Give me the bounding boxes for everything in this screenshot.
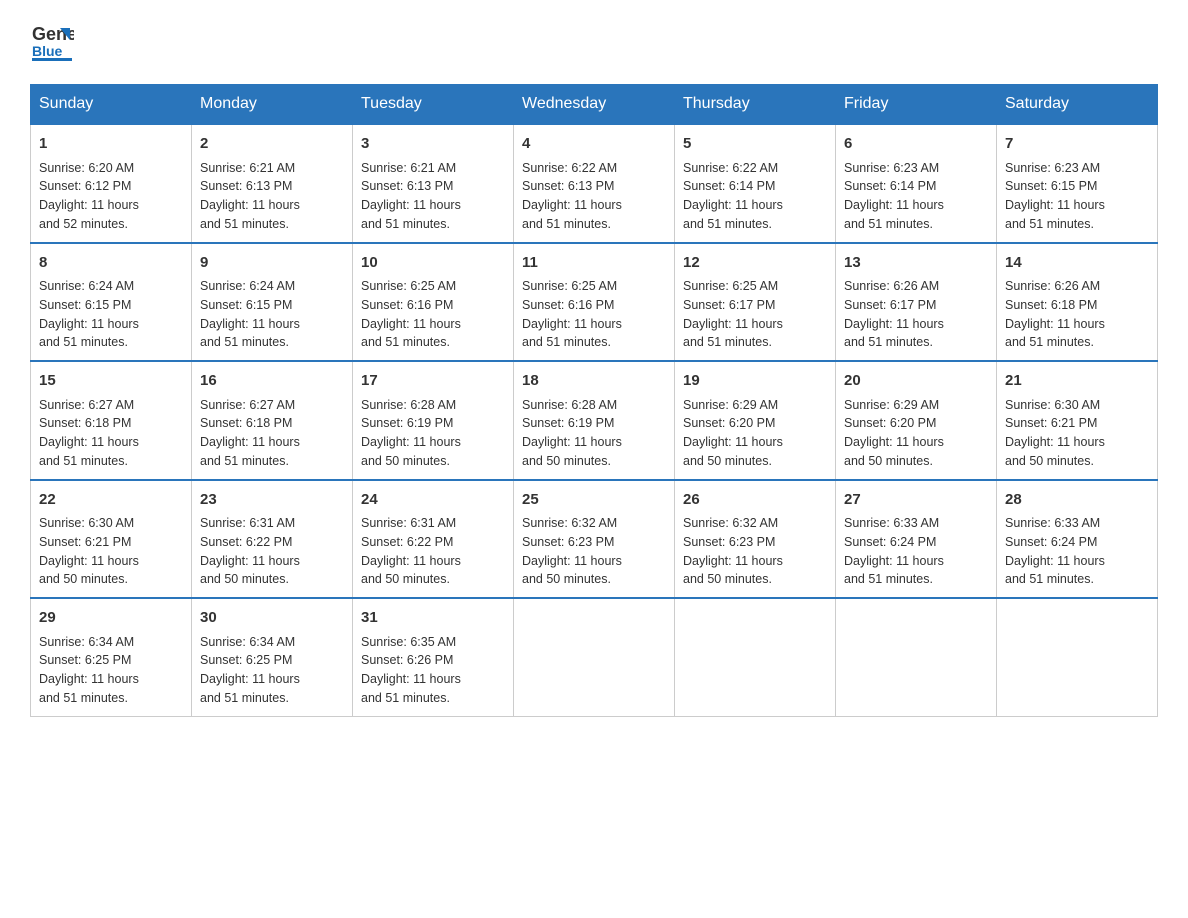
calendar-cell (997, 598, 1158, 716)
day-number: 4 (522, 133, 666, 156)
day-number: 18 (522, 370, 666, 393)
calendar-cell: 18Sunrise: 6:28 AMSunset: 6:19 PMDayligh… (514, 361, 675, 480)
day-number: 6 (844, 133, 988, 156)
day-number: 9 (200, 252, 344, 275)
day-number: 7 (1005, 133, 1149, 156)
logo-icon: General Blue (30, 20, 74, 64)
calendar-cell: 25Sunrise: 6:32 AMSunset: 6:23 PMDayligh… (514, 480, 675, 599)
col-header-wednesday: Wednesday (514, 85, 675, 125)
day-number: 10 (361, 252, 505, 275)
calendar-cell: 7Sunrise: 6:23 AMSunset: 6:15 PMDaylight… (997, 124, 1158, 243)
calendar-cell: 14Sunrise: 6:26 AMSunset: 6:18 PMDayligh… (997, 243, 1158, 362)
day-number: 30 (200, 607, 344, 630)
col-header-friday: Friday (836, 85, 997, 125)
calendar-cell: 27Sunrise: 6:33 AMSunset: 6:24 PMDayligh… (836, 480, 997, 599)
header-row: SundayMondayTuesdayWednesdayThursdayFrid… (31, 85, 1158, 125)
calendar-cell (836, 598, 997, 716)
day-number: 24 (361, 489, 505, 512)
calendar-cell: 6Sunrise: 6:23 AMSunset: 6:14 PMDaylight… (836, 124, 997, 243)
calendar-cell: 5Sunrise: 6:22 AMSunset: 6:14 PMDaylight… (675, 124, 836, 243)
day-number: 21 (1005, 370, 1149, 393)
day-number: 14 (1005, 252, 1149, 275)
day-number: 3 (361, 133, 505, 156)
calendar-cell: 4Sunrise: 6:22 AMSunset: 6:13 PMDaylight… (514, 124, 675, 243)
day-number: 17 (361, 370, 505, 393)
col-header-sunday: Sunday (31, 85, 192, 125)
calendar-cell: 15Sunrise: 6:27 AMSunset: 6:18 PMDayligh… (31, 361, 192, 480)
page-header: General Blue (30, 20, 1158, 64)
day-number: 27 (844, 489, 988, 512)
day-number: 5 (683, 133, 827, 156)
calendar-table: SundayMondayTuesdayWednesdayThursdayFrid… (30, 84, 1158, 717)
day-number: 15 (39, 370, 183, 393)
day-number: 23 (200, 489, 344, 512)
calendar-cell: 13Sunrise: 6:26 AMSunset: 6:17 PMDayligh… (836, 243, 997, 362)
col-header-saturday: Saturday (997, 85, 1158, 125)
logo: General Blue (30, 20, 74, 64)
day-number: 26 (683, 489, 827, 512)
calendar-cell: 19Sunrise: 6:29 AMSunset: 6:20 PMDayligh… (675, 361, 836, 480)
week-row-4: 22Sunrise: 6:30 AMSunset: 6:21 PMDayligh… (31, 480, 1158, 599)
calendar-cell (675, 598, 836, 716)
calendar-cell: 16Sunrise: 6:27 AMSunset: 6:18 PMDayligh… (192, 361, 353, 480)
calendar-cell: 17Sunrise: 6:28 AMSunset: 6:19 PMDayligh… (353, 361, 514, 480)
day-number: 2 (200, 133, 344, 156)
calendar-cell: 12Sunrise: 6:25 AMSunset: 6:17 PMDayligh… (675, 243, 836, 362)
day-number: 16 (200, 370, 344, 393)
calendar-cell (514, 598, 675, 716)
day-number: 28 (1005, 489, 1149, 512)
col-header-monday: Monday (192, 85, 353, 125)
calendar-cell: 20Sunrise: 6:29 AMSunset: 6:20 PMDayligh… (836, 361, 997, 480)
calendar-cell: 24Sunrise: 6:31 AMSunset: 6:22 PMDayligh… (353, 480, 514, 599)
calendar-cell: 30Sunrise: 6:34 AMSunset: 6:25 PMDayligh… (192, 598, 353, 716)
calendar-cell: 2Sunrise: 6:21 AMSunset: 6:13 PMDaylight… (192, 124, 353, 243)
svg-text:Blue: Blue (32, 43, 63, 59)
day-number: 1 (39, 133, 183, 156)
calendar-cell: 22Sunrise: 6:30 AMSunset: 6:21 PMDayligh… (31, 480, 192, 599)
calendar-cell: 10Sunrise: 6:25 AMSunset: 6:16 PMDayligh… (353, 243, 514, 362)
col-header-thursday: Thursday (675, 85, 836, 125)
day-number: 22 (39, 489, 183, 512)
day-number: 12 (683, 252, 827, 275)
day-number: 19 (683, 370, 827, 393)
week-row-5: 29Sunrise: 6:34 AMSunset: 6:25 PMDayligh… (31, 598, 1158, 716)
week-row-2: 8Sunrise: 6:24 AMSunset: 6:15 PMDaylight… (31, 243, 1158, 362)
calendar-cell: 8Sunrise: 6:24 AMSunset: 6:15 PMDaylight… (31, 243, 192, 362)
calendar-cell: 26Sunrise: 6:32 AMSunset: 6:23 PMDayligh… (675, 480, 836, 599)
calendar-cell: 21Sunrise: 6:30 AMSunset: 6:21 PMDayligh… (997, 361, 1158, 480)
day-number: 31 (361, 607, 505, 630)
calendar-cell: 3Sunrise: 6:21 AMSunset: 6:13 PMDaylight… (353, 124, 514, 243)
calendar-cell: 1Sunrise: 6:20 AMSunset: 6:12 PMDaylight… (31, 124, 192, 243)
calendar-cell: 9Sunrise: 6:24 AMSunset: 6:15 PMDaylight… (192, 243, 353, 362)
day-number: 25 (522, 489, 666, 512)
col-header-tuesday: Tuesday (353, 85, 514, 125)
calendar-cell: 31Sunrise: 6:35 AMSunset: 6:26 PMDayligh… (353, 598, 514, 716)
day-number: 20 (844, 370, 988, 393)
day-number: 29 (39, 607, 183, 630)
calendar-cell: 28Sunrise: 6:33 AMSunset: 6:24 PMDayligh… (997, 480, 1158, 599)
calendar-cell: 23Sunrise: 6:31 AMSunset: 6:22 PMDayligh… (192, 480, 353, 599)
day-number: 11 (522, 252, 666, 275)
day-number: 8 (39, 252, 183, 275)
calendar-cell: 29Sunrise: 6:34 AMSunset: 6:25 PMDayligh… (31, 598, 192, 716)
week-row-1: 1Sunrise: 6:20 AMSunset: 6:12 PMDaylight… (31, 124, 1158, 243)
day-number: 13 (844, 252, 988, 275)
calendar-cell: 11Sunrise: 6:25 AMSunset: 6:16 PMDayligh… (514, 243, 675, 362)
week-row-3: 15Sunrise: 6:27 AMSunset: 6:18 PMDayligh… (31, 361, 1158, 480)
